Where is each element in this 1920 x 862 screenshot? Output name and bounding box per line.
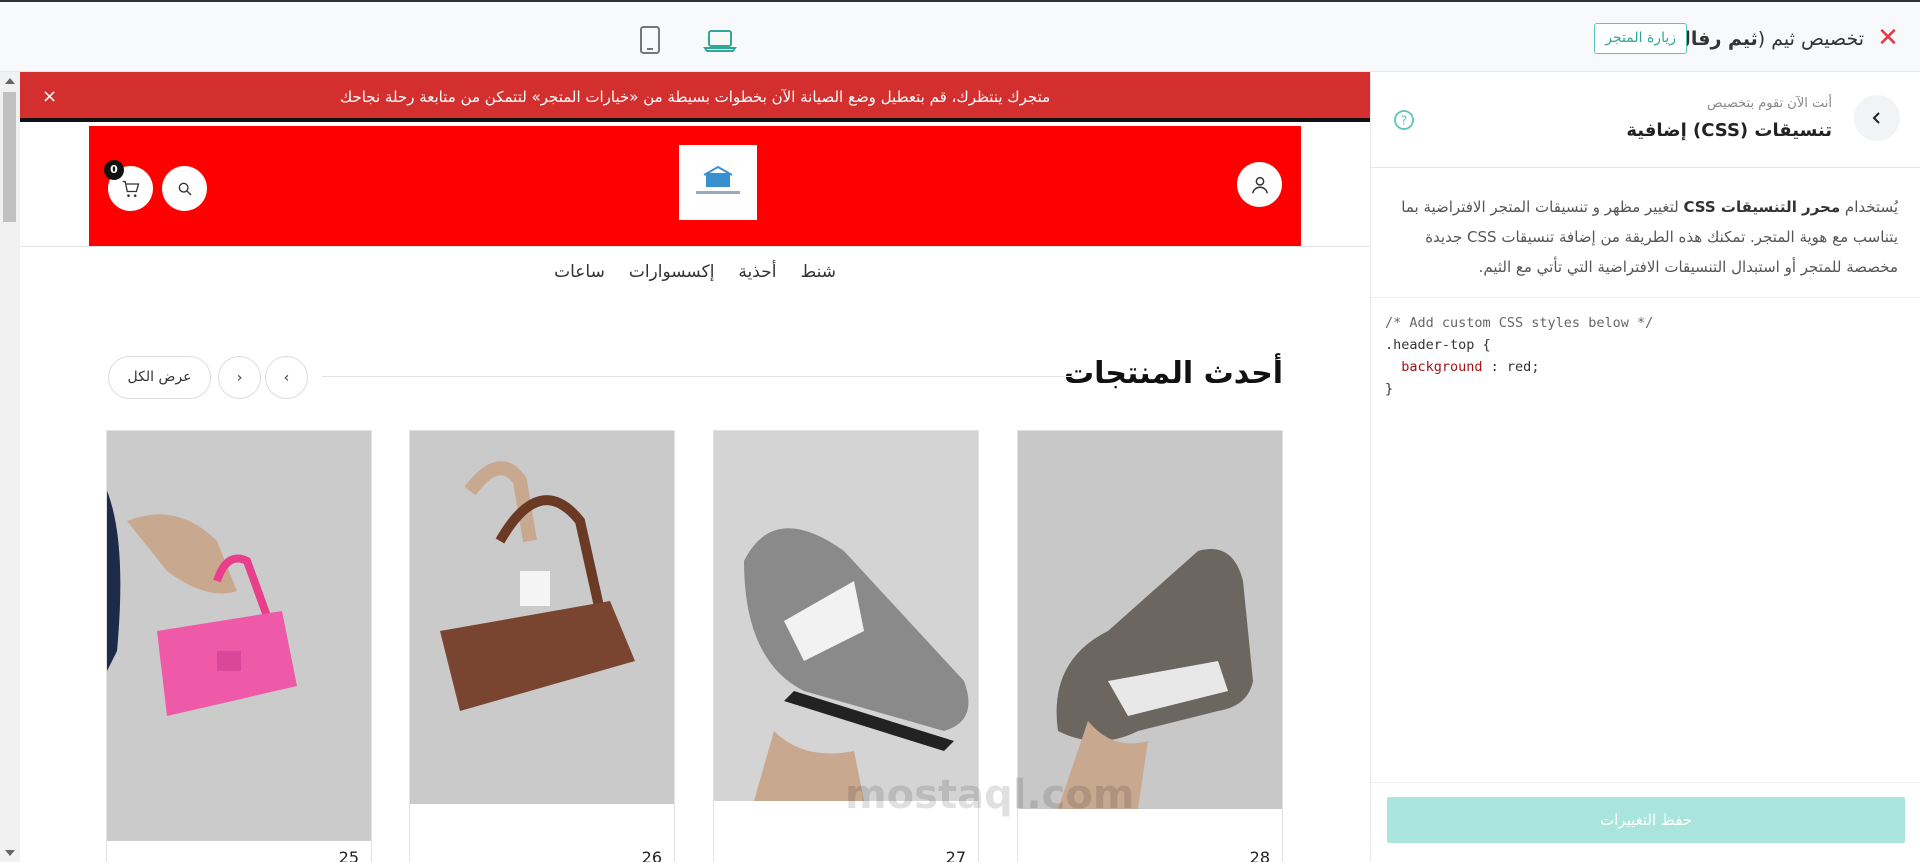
product-price: 28: [1249, 848, 1270, 862]
product-image: [714, 431, 978, 801]
panel-sub-label: أنت الآن تقوم بتخصيص: [1707, 96, 1832, 111]
notice-close-icon[interactable]: ×: [42, 72, 57, 122]
nav-item-accessories[interactable]: إكسسوارات: [629, 262, 715, 282]
notice-text: متجرك ينتظرك، قم بتعطيل وضع الصيانة الآن…: [339, 88, 1051, 106]
cart-icon: [122, 180, 139, 197]
cart-button[interactable]: 0: [104, 160, 153, 211]
carousel-next-button[interactable]: ›: [218, 356, 261, 399]
product-price: 27: [945, 848, 966, 862]
css-code-editor[interactable]: /* Add custom CSS styles below */ .heade…: [1385, 312, 1905, 712]
nav-item-watches[interactable]: ساعات: [554, 262, 605, 282]
panel-description: يُستخدام محرر التنسيقات CSS لتغيير مظهر …: [1398, 192, 1898, 282]
desc-bold: محرر التنسيقات CSS: [1683, 198, 1841, 216]
product-price: 25: [338, 848, 359, 862]
scroll-down-icon[interactable]: [5, 850, 15, 856]
carousel-prev-button[interactable]: ‹: [265, 356, 308, 399]
section-divider: [322, 376, 1074, 377]
maintenance-notice: متجرك ينتظرك، قم بتعطيل وضع الصيانة الآن…: [20, 72, 1370, 122]
main-nav: شنط أحذية إكسسوارات ساعات: [20, 262, 1370, 282]
code-selector: .header-top {: [1385, 337, 1491, 353]
search-button[interactable]: [162, 166, 207, 211]
close-icon[interactable]: ✕: [1874, 24, 1902, 52]
nav-item-shoes[interactable]: أحذية: [738, 262, 776, 282]
chevron-left-icon: [1872, 112, 1880, 124]
customizer-topbar: ✕ تخصيص ثيم (ثيم رفال) زيارة المتجر: [0, 0, 1920, 72]
save-changes-button[interactable]: حفظ التغييرات: [1387, 797, 1905, 843]
svg-text:?: ?: [1401, 114, 1407, 128]
product-image: [107, 431, 371, 841]
watermark: mostaql.com: [845, 772, 1135, 818]
panel-header: أنت الآن تقوم بتخصيص تنسيقات (CSS) إضافي…: [1371, 72, 1920, 168]
code-close: }: [1385, 381, 1394, 397]
chevron-left-icon: ‹: [283, 369, 290, 386]
nav-item-bags[interactable]: شنط: [800, 262, 836, 282]
panel-footer: حفظ التغييرات: [1371, 782, 1920, 862]
preview-scrollbar[interactable]: [0, 72, 20, 862]
header-top: 0: [89, 126, 1301, 246]
search-icon: [178, 182, 191, 195]
header-divider: [20, 246, 1370, 247]
title-prefix: تخصيص ثيم: [1771, 28, 1864, 50]
code-comment: /* Add custom CSS styles below */: [1385, 315, 1654, 331]
product-image: [410, 431, 674, 804]
code-value: : red;: [1482, 359, 1540, 375]
laptop-view-icon[interactable]: [703, 24, 737, 56]
product-card[interactable]: 26: [409, 430, 675, 862]
tablet-view-icon[interactable]: [634, 24, 666, 56]
product-price: 26: [641, 848, 662, 862]
visit-store-button[interactable]: زيارة المتجر: [1594, 23, 1687, 54]
customizer-title: تخصيص ثيم (ثيم رفال): [1667, 28, 1864, 50]
user-icon: [1251, 176, 1268, 193]
back-button[interactable]: [1854, 95, 1900, 141]
panel-title: تنسيقات (CSS) إضافية: [1626, 120, 1832, 141]
css-editor-panel: أنت الآن تقوم بتخصيص تنسيقات (CSS) إضافي…: [1370, 72, 1920, 862]
section-title: أحدث المنتجات: [1063, 356, 1283, 391]
product-image: [1018, 431, 1282, 809]
desc-pre: يُستخدام: [1844, 198, 1898, 216]
account-button[interactable]: [1237, 162, 1282, 207]
store-logo[interactable]: [679, 145, 757, 220]
scroll-up-icon[interactable]: [5, 78, 15, 84]
help-icon[interactable]: ?: [1393, 109, 1415, 131]
product-card[interactable]: 25: [106, 430, 372, 862]
code-property: background: [1401, 359, 1483, 375]
description-divider: [1371, 297, 1920, 298]
view-all-button[interactable]: عرض الكل: [108, 356, 211, 399]
store-preview: متجرك ينتظرك، قم بتعطيل وضع الصيانة الآن…: [0, 72, 1370, 862]
chevron-right-icon: ›: [236, 369, 243, 386]
scroll-thumb[interactable]: [3, 92, 16, 222]
cart-count-badge: 0: [104, 160, 124, 180]
